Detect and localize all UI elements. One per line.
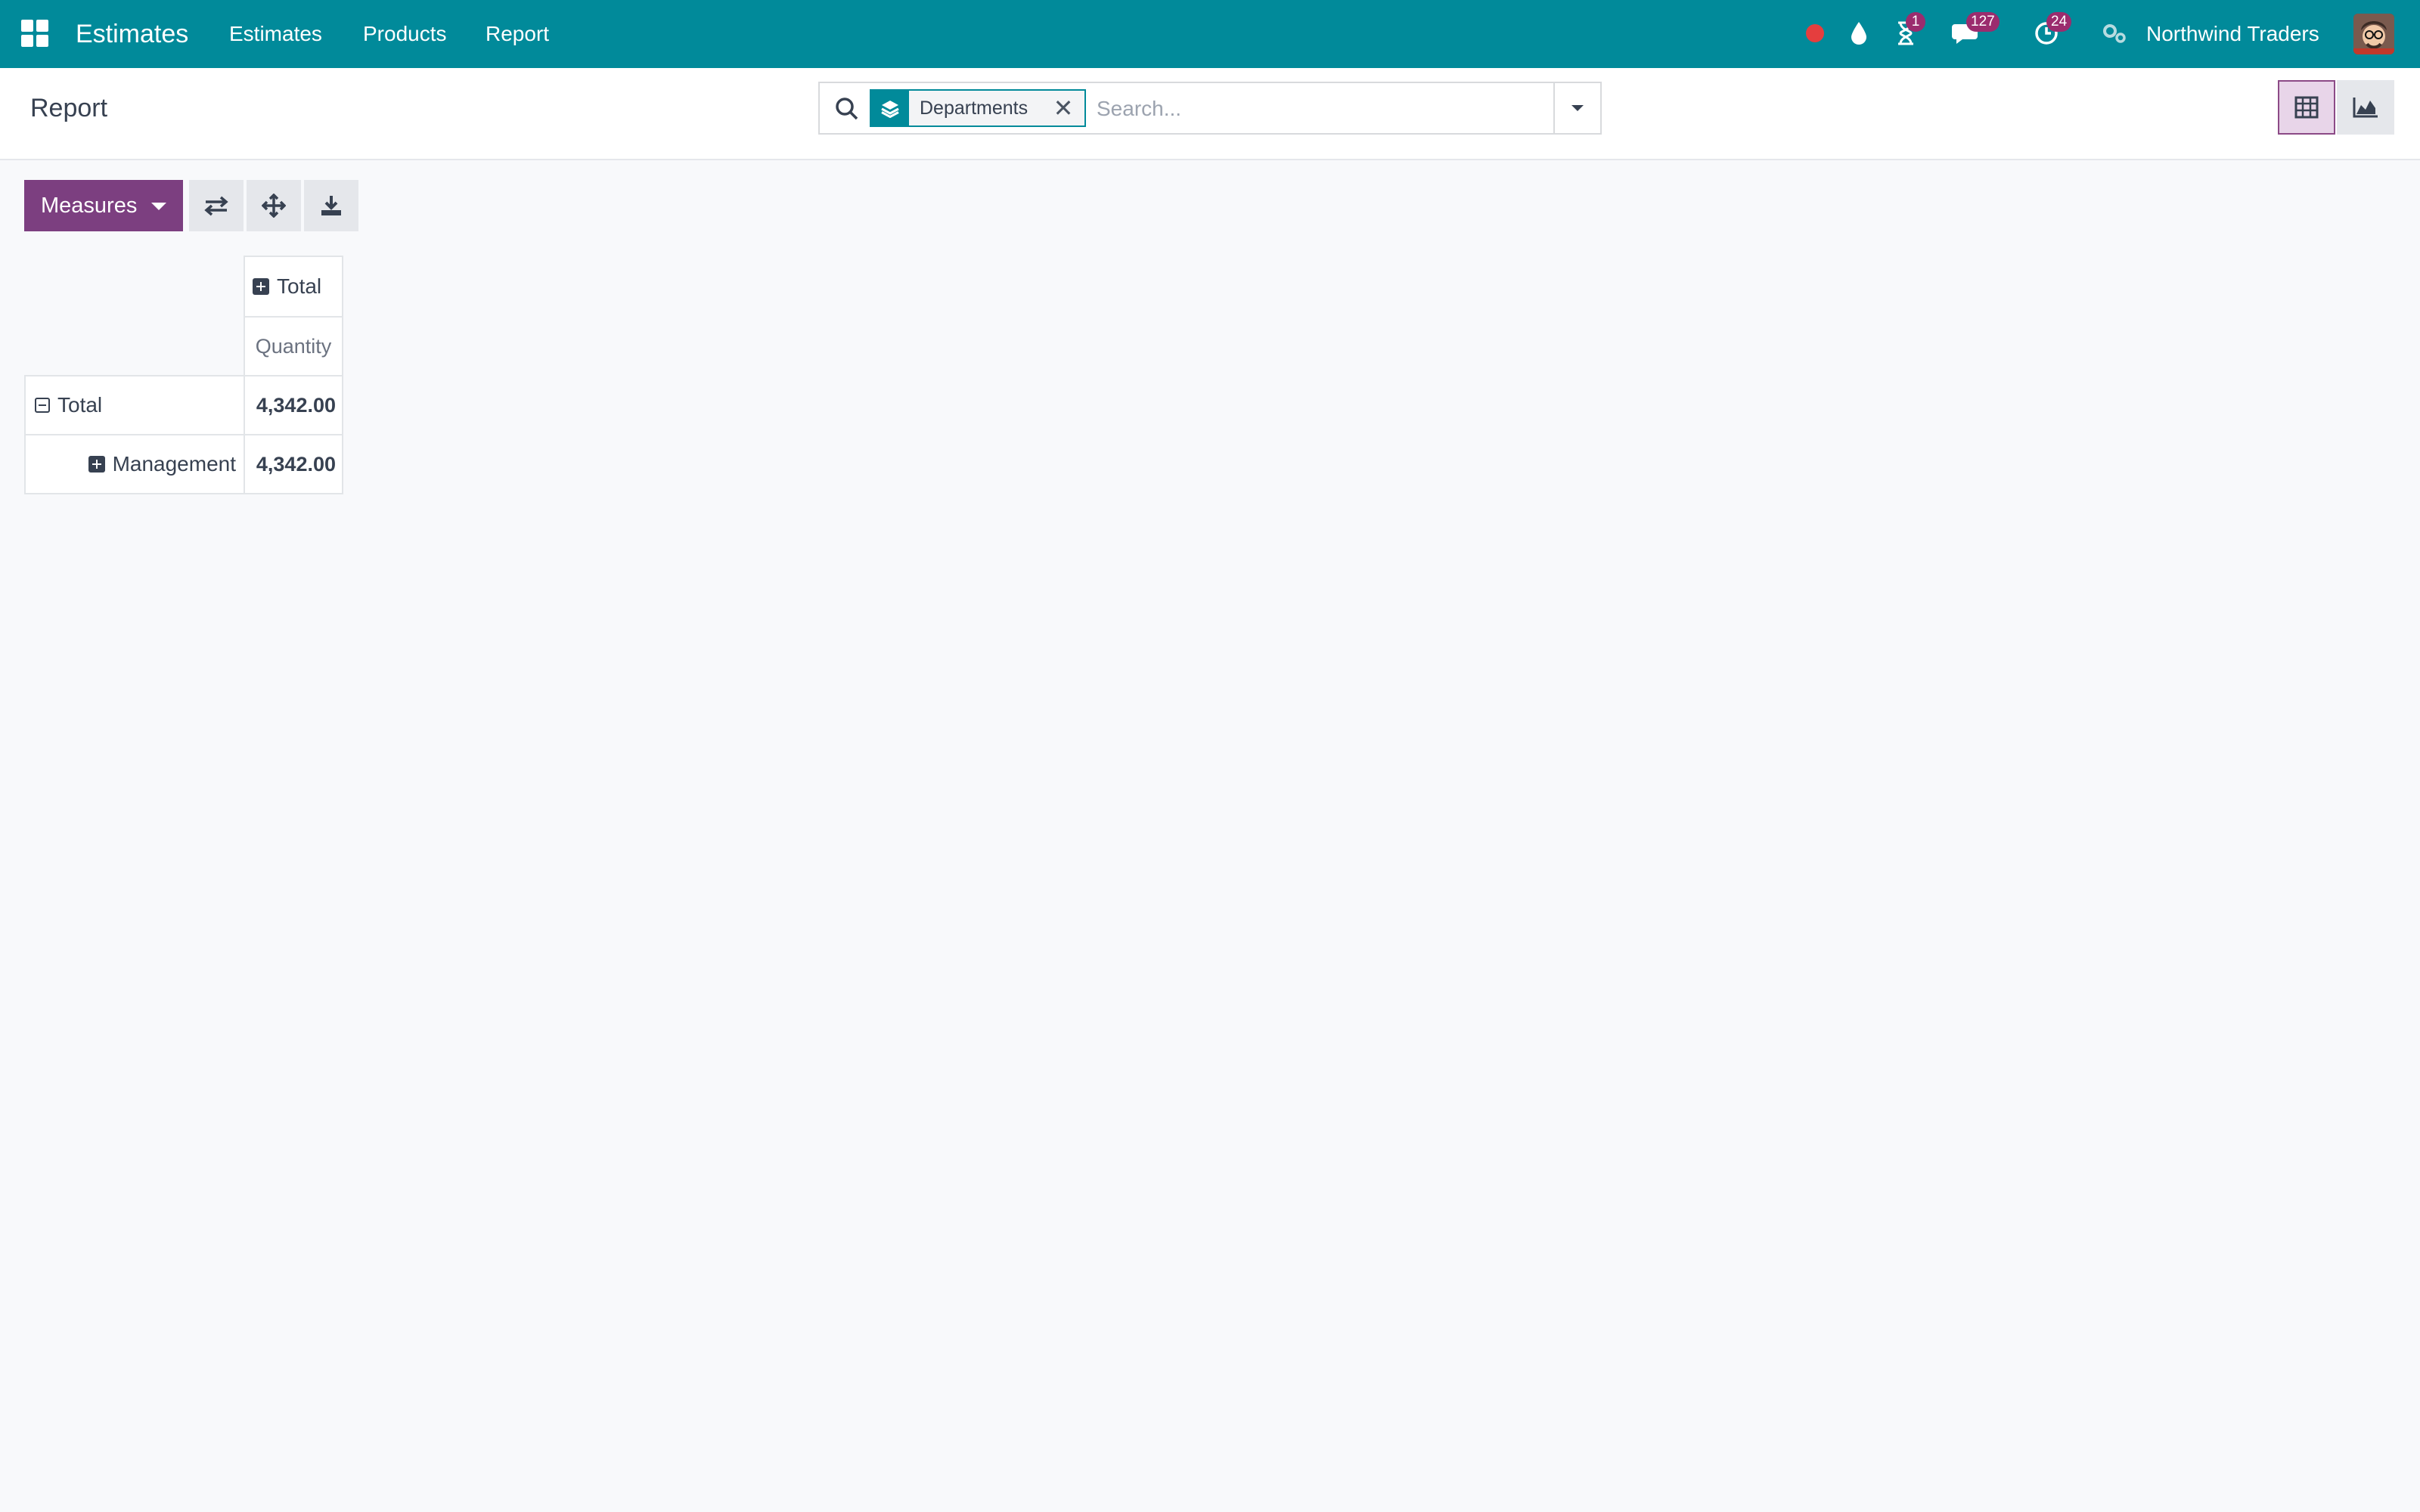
graph-view-button[interactable]	[2337, 80, 2394, 135]
hourglass-badge: 1	[1906, 12, 1925, 32]
page-title: Report	[30, 94, 108, 122]
flip-axis-icon	[204, 196, 228, 216]
company-name[interactable]: Northwind Traders	[2146, 18, 2319, 50]
expand-all-button[interactable]	[247, 180, 301, 231]
download-button[interactable]	[304, 180, 358, 231]
apps-grid-icon[interactable]	[21, 20, 48, 47]
row-header-label: Management	[112, 452, 236, 476]
pivot-cell-management[interactable]: 4,342.00	[244, 434, 343, 494]
measures-label: Measures	[41, 194, 138, 218]
plus-square-icon	[253, 278, 269, 295]
expand-all-icon	[262, 194, 286, 218]
app-name[interactable]: Estimates	[76, 17, 188, 51]
column-header-label: Total	[277, 274, 322, 298]
pivot-row-header-management[interactable]: Management	[24, 434, 245, 494]
chevron-down-icon	[151, 203, 166, 210]
recording-dot-icon[interactable]	[1798, 17, 1832, 50]
cell-value: 4,342.00	[256, 393, 336, 417]
pivot-measure-header[interactable]: Quantity	[244, 316, 343, 376]
measures-button[interactable]: Measures	[24, 180, 183, 231]
search-facet: Departments ✕	[870, 89, 1086, 127]
pivot-column-header-total[interactable]: Total	[244, 256, 343, 318]
pivot-view-button[interactable]	[2278, 80, 2335, 135]
minus-square-icon	[35, 398, 50, 413]
hourglass-icon[interactable]: 1	[1889, 12, 1925, 50]
clock-icon[interactable]: 24	[2030, 12, 2072, 50]
facet-label: Departments	[920, 97, 1028, 119]
graph-view-icon	[2353, 98, 2378, 118]
caret-down-icon	[1571, 105, 1584, 111]
clock-badge: 24	[2046, 12, 2072, 32]
top-navbar: Estimates Estimates Products Report 1 12…	[0, 0, 2420, 68]
flip-axis-button[interactable]	[189, 180, 244, 231]
search-bar[interactable]: Departments ✕	[818, 82, 1602, 135]
settings-gears-icon[interactable]	[2098, 17, 2131, 50]
menu-item-report[interactable]: Report	[486, 18, 549, 50]
user-avatar[interactable]	[2353, 14, 2394, 54]
close-icon[interactable]: ✕	[1048, 91, 1078, 125]
search-icon	[833, 95, 861, 122]
menu-item-products[interactable]: Products	[363, 18, 447, 50]
download-icon	[321, 196, 341, 215]
control-panel: Report Departments ✕	[0, 68, 2420, 160]
pivot-view-icon	[2294, 96, 2319, 119]
measure-label: Quantity	[255, 334, 332, 358]
plus-square-icon	[88, 456, 105, 472]
search-input[interactable]	[1095, 91, 1552, 127]
droplet-icon[interactable]	[1842, 17, 1876, 50]
pivot-cell-total[interactable]: 4,342.00	[244, 375, 343, 435]
row-header-label: Total	[57, 393, 103, 417]
chat-badge: 127	[1966, 12, 2000, 32]
cell-value: 4,342.00	[256, 452, 336, 476]
chat-icon[interactable]: 127	[1950, 12, 2000, 50]
layers-icon	[871, 91, 909, 125]
menu-item-estimates[interactable]: Estimates	[229, 18, 322, 50]
pivot-row-header-total[interactable]: Total	[24, 375, 245, 435]
search-options-toggle[interactable]	[1553, 83, 1600, 133]
